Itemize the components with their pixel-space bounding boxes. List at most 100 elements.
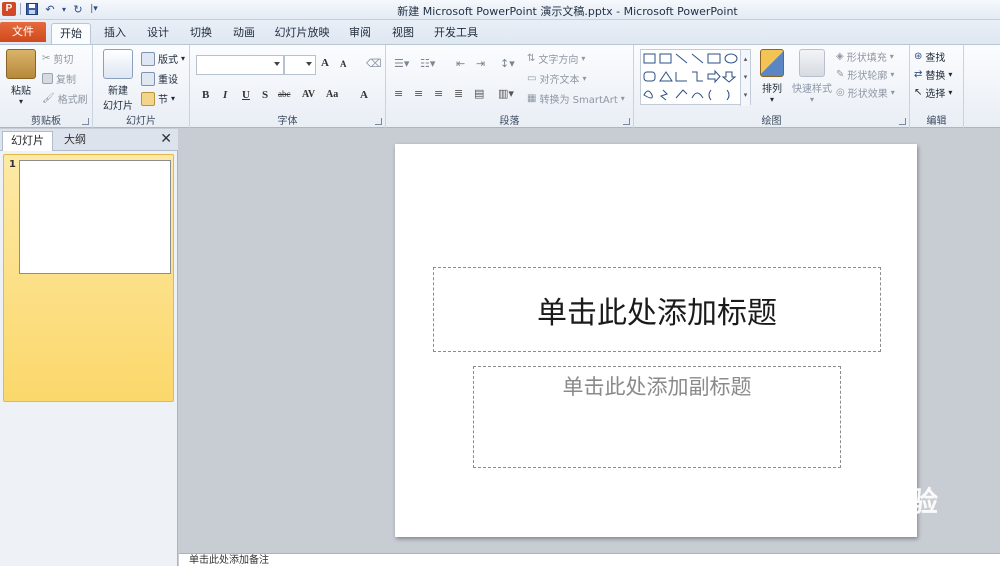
effects-icon: ◎ <box>836 87 845 98</box>
copy-icon <box>42 73 53 84</box>
bullets-icon[interactable]: ☰▾ <box>394 57 409 70</box>
group-slides: 新建 幻灯片 版式 ▾ 重设 节 ▾ 幻灯片 <box>93 45 190 128</box>
replace-icon: ⇄ <box>914 69 923 80</box>
group-clipboard: 粘贴 ▾ ✂ 剪切 复制 🖌 格式刷 剪贴板 <box>0 45 93 128</box>
pen-icon: ✎ <box>836 69 845 80</box>
paste-icon <box>6 49 36 79</box>
font-name-combo[interactable] <box>196 55 284 75</box>
reset-icon <box>141 71 155 86</box>
close-icon[interactable]: ✕ <box>160 131 172 147</box>
ribbon-tabs: 文件 开始 插入 设计 切换 动画 幻灯片放映 审阅 视图 开发工具 <box>0 20 1000 44</box>
paragraph-group-label: 段落 <box>499 116 520 127</box>
shrink-font-button[interactable]: A <box>340 59 347 69</box>
tab-animations[interactable]: 动画 <box>231 23 257 44</box>
paste-dropdown-icon: ▾ <box>18 97 23 106</box>
justify-icon[interactable]: ≣ <box>454 87 463 100</box>
replace-button[interactable]: ⇄ 替换 ▾ <box>914 67 952 82</box>
paste-button[interactable]: 粘贴 ▾ <box>6 49 36 106</box>
tab-insert[interactable]: 插入 <box>102 23 128 44</box>
title-placeholder[interactable]: 单击此处添加标题 <box>433 267 881 352</box>
window-title: 新建 Microsoft PowerPoint 演示文稿.pptx - Micr… <box>397 5 738 18</box>
arrange-button[interactable]: 排列 ▾ <box>760 49 784 104</box>
tab-transitions[interactable]: 切换 <box>188 23 214 44</box>
tab-design[interactable]: 设计 <box>145 23 171 44</box>
layout-label: 版式 <box>158 55 178 66</box>
cut-button[interactable]: ✂ 剪切 <box>42 51 73 66</box>
layout-icon <box>141 51 155 66</box>
tab-slideshow[interactable]: 幻灯片放映 <box>274 23 330 44</box>
slide-thumbnail-selected[interactable]: 1 <box>3 154 174 402</box>
group-font: A A ⌫ B I U S abc AV Aa A 字体 <box>190 45 386 128</box>
convert-smartart-button[interactable]: ▦ 转换为 SmartArt ▾ <box>527 91 625 106</box>
section-label: 节 <box>158 95 168 106</box>
quick-styles-label: 快速样式 <box>792 84 832 95</box>
tab-view[interactable]: 视图 <box>390 23 416 44</box>
find-button[interactable]: ⊛ 查找 <box>914 49 945 64</box>
drawing-launcher-icon[interactable] <box>899 118 906 125</box>
shapes-gallery[interactable]: ▴ ▾ ▾ <box>640 49 751 106</box>
copy-button[interactable]: 复制 <box>42 71 76 86</box>
convert-smartart-label: 转换为 SmartArt <box>539 95 618 106</box>
italic-button[interactable]: I <box>223 89 227 101</box>
grow-font-button[interactable]: A <box>321 57 329 69</box>
slides-group-label: 幻灯片 <box>126 116 156 127</box>
new-slide-icon <box>103 49 133 79</box>
tab-review[interactable]: 审阅 <box>347 23 373 44</box>
shape-effects-button[interactable]: ◎ 形状效果 ▾ <box>836 85 895 100</box>
shape-effects-label: 形状效果 <box>847 89 888 100</box>
notes-pane[interactable]: 单击此处添加备注 <box>179 553 1000 566</box>
align-center-icon[interactable]: ≡ <box>414 87 423 100</box>
font-launcher-icon[interactable] <box>375 118 382 125</box>
clipboard-launcher-icon[interactable] <box>82 118 89 125</box>
reset-button[interactable]: 重设 <box>141 71 178 86</box>
shape-fill-label: 形状填充 <box>846 53 887 64</box>
strikethrough-button[interactable]: abc <box>278 89 291 99</box>
section-button[interactable]: 节 ▾ <box>141 91 175 106</box>
slide-thumbnail[interactable] <box>19 160 171 274</box>
underline-button[interactable]: U <box>242 89 250 101</box>
columns-icon[interactable]: ▥▾ <box>498 87 514 100</box>
align-text-button[interactable]: ▭ 对齐文本 ▾ <box>527 71 586 86</box>
align-left-icon[interactable]: ≡ <box>394 87 403 100</box>
numbering-icon[interactable]: ☷▾ <box>420 57 435 70</box>
watermark-logo: Baidu <box>762 472 869 516</box>
drawing-group-label: 绘图 <box>761 116 782 127</box>
char-spacing-button[interactable]: AV <box>302 89 315 100</box>
shapes-scroll[interactable]: ▴ ▾ ▾ <box>740 50 750 106</box>
text-direction-label: 文字方向 <box>538 55 579 66</box>
change-case-button[interactable]: Aa <box>326 89 338 100</box>
select-button[interactable]: ↖ 选择 ▾ <box>914 85 952 100</box>
align-right-icon[interactable]: ≡ <box>434 87 443 100</box>
increase-indent-icon[interactable]: ⇥ <box>476 57 485 70</box>
shape-outline-button[interactable]: ✎ 形状轮廓 ▾ <box>836 67 894 82</box>
quick-styles-icon <box>799 49 825 77</box>
align-text-label: 对齐文本 <box>539 75 580 86</box>
decrease-indent-icon[interactable]: ⇤ <box>456 57 465 70</box>
cut-label: 剪切 <box>53 55 74 66</box>
tab-developer[interactable]: 开发工具 <box>433 23 479 44</box>
paragraph-launcher-icon[interactable] <box>623 118 630 125</box>
font-color-button[interactable]: A <box>360 89 368 101</box>
font-size-combo[interactable] <box>284 55 316 75</box>
font-group-label: 字体 <box>277 116 298 127</box>
clear-format-icon[interactable]: ⌫ <box>366 57 382 70</box>
bold-button[interactable]: B <box>202 89 209 101</box>
tab-slides[interactable]: 幻灯片 <box>2 131 53 151</box>
slides-pane-tabs: 幻灯片 大纲 ✕ <box>0 129 178 151</box>
quick-styles-button[interactable]: 快速样式 ▾ <box>790 49 834 104</box>
shadow-button[interactable]: S <box>262 89 268 101</box>
new-slide-button[interactable]: 新建 幻灯片 <box>97 49 139 112</box>
tab-home[interactable]: 开始 <box>51 23 91 44</box>
tab-file[interactable]: 文件 <box>0 22 46 42</box>
replace-label: 替换 <box>925 71 946 82</box>
layout-button[interactable]: 版式 ▾ <box>141 51 185 66</box>
slide-number: 1 <box>9 159 16 170</box>
line-spacing-icon[interactable]: ↕▾ <box>500 57 515 70</box>
shape-fill-button[interactable]: ◈ 形状填充 ▾ <box>836 49 894 64</box>
distributed-icon[interactable]: ▤ <box>474 87 484 100</box>
format-painter-button[interactable]: 🖌 格式刷 <box>42 91 88 106</box>
subtitle-placeholder[interactable]: 单击此处添加副标题 <box>473 366 841 468</box>
text-direction-button[interactable]: ⇅ 文字方向 ▾ <box>527 51 585 66</box>
tab-outline[interactable]: 大纲 <box>56 131 94 151</box>
watermark-url: jingyan.baidu.com <box>772 520 885 536</box>
